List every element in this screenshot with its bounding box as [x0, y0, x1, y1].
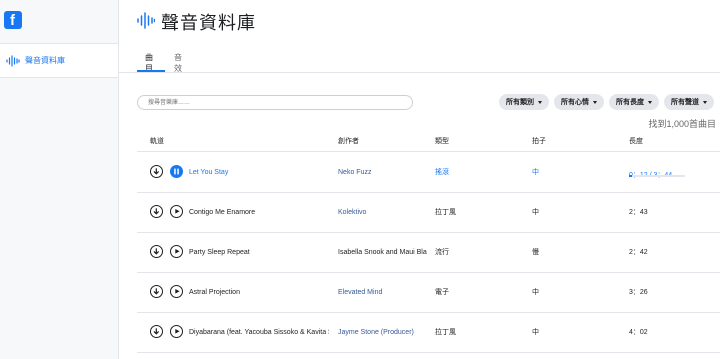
page-title: 聲音資料庫	[161, 13, 256, 33]
download-icon[interactable]	[150, 325, 163, 338]
progress-fill	[629, 175, 633, 177]
pause-icon[interactable]	[170, 165, 183, 178]
track-length: 2：42	[629, 249, 648, 256]
column-header-tempo[interactable]: 拍子	[532, 136, 546, 146]
table-row[interactable]: Astral Projection Elevated Mind 電子 中 3：2…	[137, 272, 720, 312]
track-length: 4：02	[629, 329, 648, 336]
track-title[interactable]: Contigo Me Enamore	[189, 192, 329, 232]
download-icon[interactable]	[150, 165, 163, 178]
table-row[interactable]: Contigo Me Enamore Kolektivo 拉丁風 中 2：43	[137, 192, 720, 232]
column-header-genre[interactable]: 類型	[435, 136, 449, 146]
track-title[interactable]: Party Sleep Repeat	[189, 232, 329, 272]
play-icon[interactable]	[170, 205, 183, 218]
track-genre[interactable]: 拉丁風	[435, 192, 475, 232]
soundwave-icon	[137, 12, 155, 29]
track-tempo: 中	[532, 329, 539, 336]
track-tempo: 慢	[532, 249, 539, 256]
filter-length-dropdown[interactable]: 所有長度	[609, 94, 659, 110]
track-genre[interactable]: 拉丁風	[435, 312, 475, 352]
play-icon[interactable]	[170, 325, 183, 338]
sidebar: f 聲音資料庫	[0, 0, 119, 359]
track-tempo: 中	[532, 169, 539, 176]
column-header-length[interactable]: 長度	[629, 136, 643, 146]
track-artist[interactable]: Neko Fuzz	[338, 152, 428, 192]
filter-label: 所有長度	[616, 99, 644, 106]
track-artist[interactable]: Jayme Stone (Producer)	[338, 312, 428, 352]
search-input[interactable]	[137, 95, 413, 110]
filter-vocals-dropdown[interactable]: 所有聲道	[664, 94, 714, 110]
track-title[interactable]: Let You Stay	[189, 152, 329, 192]
chevron-down-icon	[538, 100, 542, 104]
track-genre[interactable]: 流行	[435, 232, 475, 272]
column-header-track[interactable]: 軌道	[150, 136, 164, 146]
table-row[interactable]: Let You Stay Neko Fuzz 搖滾 中 0：12 / 3：44	[137, 152, 720, 192]
track-length: 2：43	[629, 209, 648, 216]
download-icon[interactable]	[150, 285, 163, 298]
filter-label: 所有聲道	[671, 99, 699, 106]
track-tempo: 中	[532, 289, 539, 296]
track-title[interactable]: Astral Projection	[189, 272, 329, 312]
facebook-logo-icon[interactable]: f	[4, 11, 22, 29]
track-title[interactable]: Diyabarana (feat. Yacouba Sissoko & Kavi…	[189, 312, 329, 352]
track-length: 3：26	[629, 289, 648, 296]
playback-progress[interactable]: 0：12 / 3：44	[629, 164, 685, 182]
download-icon[interactable]	[150, 205, 163, 218]
track-artist[interactable]: Isabella Snook and Maui Bla	[338, 232, 428, 272]
chevron-down-icon	[703, 100, 707, 104]
track-genre[interactable]: 搖滾	[435, 152, 475, 192]
chevron-down-icon	[648, 100, 652, 104]
filter-label: 所有心情	[561, 99, 589, 106]
download-icon[interactable]	[150, 245, 163, 258]
filter-category-dropdown[interactable]: 所有類別	[499, 94, 549, 110]
chevron-down-icon	[593, 100, 597, 104]
sidebar-item-sound-library[interactable]: 聲音資料庫	[0, 43, 118, 78]
filter-label: 所有類別	[506, 99, 534, 106]
track-tempo: 中	[532, 209, 539, 216]
soundwave-icon	[6, 54, 20, 67]
divider	[119, 72, 720, 73]
table-row[interactable]: Diyabarana (feat. Yacouba Sissoko & Kavi…	[137, 312, 720, 352]
progress-bar[interactable]	[629, 175, 685, 177]
divider	[137, 352, 720, 353]
track-artist[interactable]: Elevated Mind	[338, 272, 428, 312]
track-genre[interactable]: 電子	[435, 272, 475, 312]
table-row[interactable]: Party Sleep Repeat Isabella Snook and Ma…	[137, 232, 720, 272]
tab-sound-effects[interactable]: 音效	[174, 52, 182, 74]
play-icon[interactable]	[170, 245, 183, 258]
column-header-artist[interactable]: 創作者	[338, 136, 359, 146]
track-artist[interactable]: Kolektivo	[338, 192, 428, 232]
filter-mood-dropdown[interactable]: 所有心情	[554, 94, 604, 110]
sidebar-item-label: 聲音資料庫	[25, 56, 65, 65]
result-count: 找到1,000首曲目	[648, 119, 716, 129]
play-icon[interactable]	[170, 285, 183, 298]
